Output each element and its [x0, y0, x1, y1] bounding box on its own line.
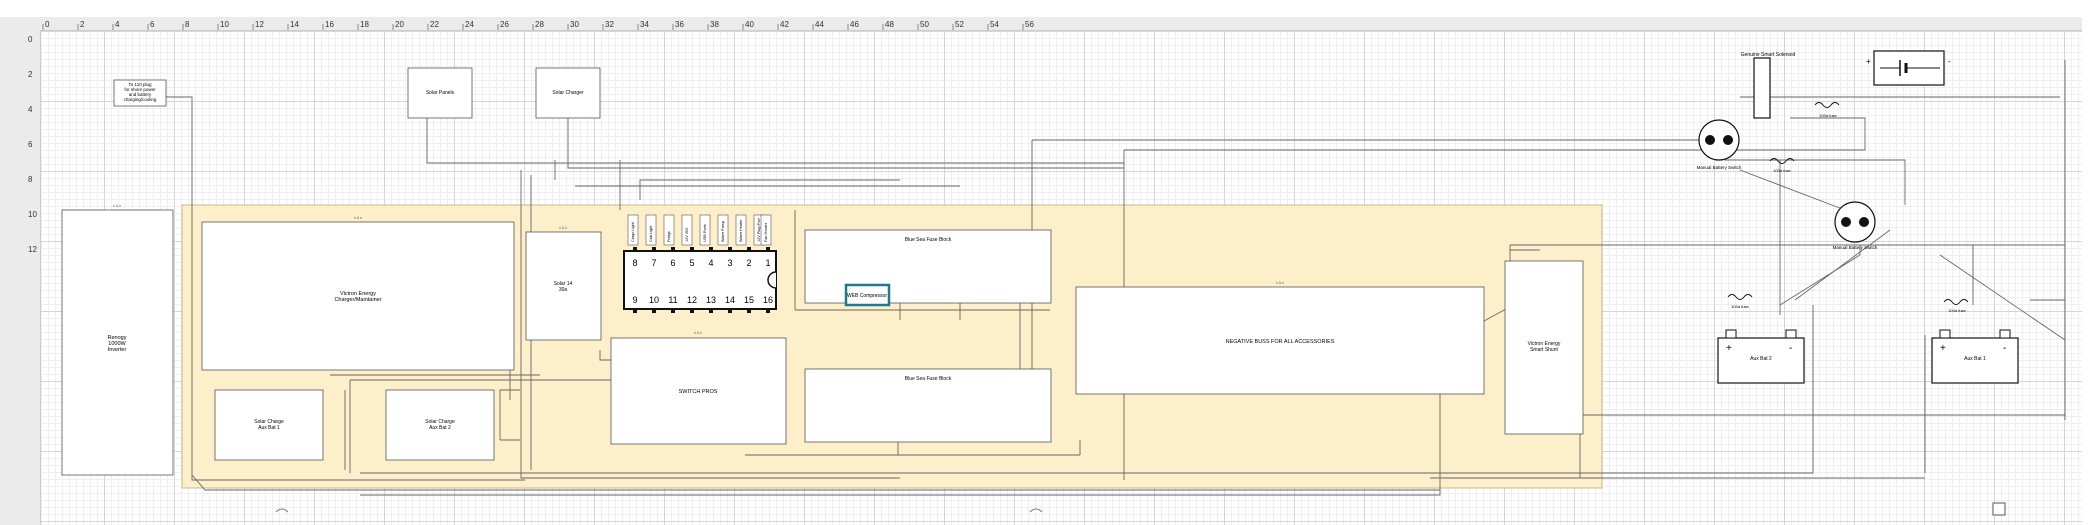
relay-pin-top-5: 4 — [708, 258, 713, 268]
victron-charger-tag: < 1 > — [354, 216, 362, 220]
victron-charger-line-2: Charger/Maintainer — [334, 297, 381, 303]
fuse-label-b: 100a fuse — [1773, 168, 1791, 173]
aux-bat-1-label: Aux Bat 1 — [1964, 356, 1986, 362]
switch-pros-tag: < 1 > — [694, 331, 702, 335]
relay-pin-top-8: 1 — [765, 258, 770, 268]
fuse-symbol — [1727, 294, 1753, 300]
solar-charge-aux1-line-2: Aux Bat 1 — [258, 425, 280, 431]
negative-bus-tag: < 1 > — [1276, 281, 1284, 285]
aux-bat-2-label: Aux Bat 2 — [1750, 356, 1772, 362]
relay-pin-bottom-6: 14 — [725, 295, 735, 305]
negative-bus-label: NEGATIVE BUSS FOR ALL ACCESSORIES — [1226, 339, 1335, 345]
aux-bat-1-plus: + — [1940, 343, 1946, 354]
page-edge-indicator — [275, 508, 1043, 513]
relay-pin-top-1: 8 — [632, 258, 637, 268]
shore-note-line-4: charging/cooling — [124, 97, 157, 102]
relay-label-5: USB Ports — [703, 224, 707, 242]
relay-label-4: 12V ISO — [685, 228, 689, 242]
relay-label-7: Water Heater — [739, 219, 743, 242]
solenoid-label: Genuine Smart Solenoid — [1741, 52, 1796, 58]
diagram-editor: 0 2 4 6 8 10 12 14 16 18 20 22 24 26 28 30 32 34 36 38 40 42 4… — [0, 0, 2100, 525]
relay-pin-top-6: 3 — [727, 258, 732, 268]
solenoid-box[interactable] — [1753, 57, 1771, 119]
fuse-label-d: 100a fuse — [1948, 308, 1966, 313]
manual-switch-1-label: Manual Battery Switch — [1697, 165, 1742, 170]
relay-pin-bottom-8: 16 — [763, 295, 773, 305]
relay-pin-top-3: 6 — [670, 258, 675, 268]
relay-pin-bottom-1: 9 — [632, 295, 637, 305]
solar-charger-label: Solar Charger — [552, 90, 583, 96]
fuse-block-1-label: Blue Sea Fuse Block — [905, 237, 952, 243]
main-battery-plus: + — [1866, 57, 1871, 66]
fuse-symbol — [1943, 299, 1969, 305]
relay-label-2: Cab Light — [649, 225, 653, 242]
relay-pin-top-4: 5 — [689, 258, 694, 268]
wiring-diagram: To 110 plug for shore power and battery … — [61, 50, 2066, 516]
fuse-symbol — [1814, 102, 1840, 108]
relay-label-6: Water Pump — [721, 221, 725, 242]
smart-shunt-line-2: Smart Shunt — [1530, 347, 1558, 353]
solar-fuse-line-2: 30a — [559, 287, 568, 293]
compressor-label: WEB Compressor — [847, 293, 887, 299]
relay-pin-top-2: 7 — [651, 258, 656, 268]
manual-switch-2-label: Manual Battery Switch — [1833, 245, 1878, 250]
fuse-label-a: 100a fuse — [1819, 113, 1837, 118]
relay-label-9: Fan Heater — [764, 222, 768, 242]
inverter-line-3: Inverter — [108, 347, 127, 353]
fuse-block-2-label: Blue Sea Fuse Block — [905, 376, 952, 382]
relay-pin-bottom-3: 11 — [668, 295, 677, 305]
relay-label-1: Cargo Light — [631, 221, 635, 242]
solar-panels-label: Solar Panels — [426, 90, 455, 96]
relay-pin-bottom-4: 12 — [687, 295, 697, 305]
inverter-tag: < 1 > — [113, 204, 121, 208]
page-marker[interactable] — [1992, 502, 2006, 516]
switch-pros-label: SWITCH PROS — [679, 389, 718, 395]
solar-charge-aux2-line-2: Aux Bat 2 — [429, 425, 451, 431]
relay-label-3: Fridge — [667, 231, 671, 242]
aux-bat-2-minus: - — [1789, 343, 1792, 354]
solar-fuse-tag: < 1 > — [559, 226, 567, 230]
main-battery-minus: - — [1948, 57, 1951, 66]
relay-pin-bottom-2: 10 — [649, 295, 659, 305]
relay-pin-top-7: 2 — [746, 258, 751, 268]
relay-pin-bottom-5: 13 — [706, 295, 716, 305]
aux-bat-1-minus: - — [2003, 343, 2006, 354]
relay-pin-bottom-7: 15 — [744, 295, 754, 305]
fuse-symbol — [1769, 158, 1795, 164]
aux-bat-2-plus: + — [1726, 343, 1732, 354]
fuse-label-c: 100a fuse — [1731, 304, 1749, 309]
relay-label-8: 12V Plug-Port — [757, 217, 761, 242]
